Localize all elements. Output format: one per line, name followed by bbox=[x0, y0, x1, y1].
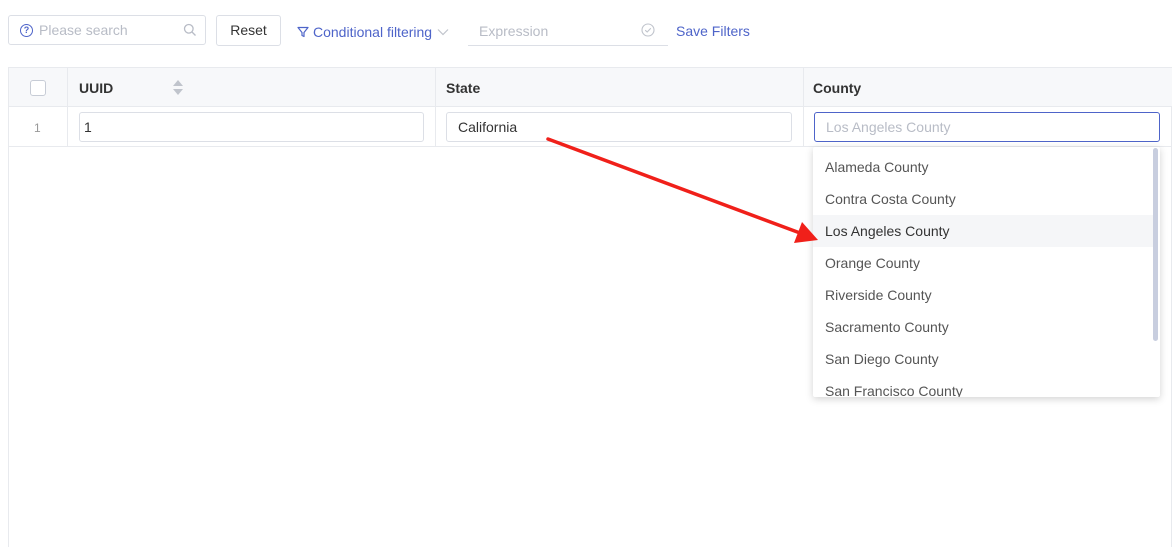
county-options-list: Alameda County Contra Costa County Los A… bbox=[813, 151, 1153, 397]
header-uuid[interactable]: UUID bbox=[68, 68, 436, 106]
check-circle-icon[interactable] bbox=[641, 23, 655, 40]
county-dropdown: Alameda County Contra Costa County Los A… bbox=[813, 147, 1160, 397]
grid-header: UUID State County bbox=[9, 67, 1172, 107]
row-number: 1 bbox=[34, 121, 41, 135]
reset-button[interactable]: Reset bbox=[216, 15, 281, 46]
county-option[interactable]: Orange County bbox=[813, 247, 1153, 279]
county-option[interactable]: Alameda County bbox=[813, 151, 1153, 183]
row-number-cell: 1 bbox=[9, 107, 68, 146]
county-option[interactable]: Sacramento County bbox=[813, 311, 1153, 343]
expression-input[interactable] bbox=[479, 21, 639, 41]
header-county-label: County bbox=[813, 80, 862, 96]
header-county[interactable]: County bbox=[804, 68, 1172, 106]
save-filters-link[interactable]: Save Filters bbox=[676, 23, 750, 39]
county-option[interactable]: Contra Costa County bbox=[813, 183, 1153, 215]
state-input[interactable] bbox=[446, 112, 792, 142]
select-all-checkbox[interactable] bbox=[30, 80, 46, 96]
county-option-highlighted[interactable]: Los Angeles County bbox=[813, 215, 1153, 247]
county-select-input[interactable] bbox=[814, 112, 1160, 142]
search-input[interactable] bbox=[39, 16, 179, 44]
select-all-cell bbox=[9, 68, 68, 106]
uuid-input[interactable] bbox=[79, 112, 424, 142]
county-option[interactable]: San Francisco County bbox=[813, 375, 1153, 397]
header-state-label: State bbox=[446, 80, 481, 96]
header-uuid-label: UUID bbox=[79, 80, 114, 96]
header-state[interactable]: State bbox=[436, 68, 804, 106]
toolbar: ? Reset Conditional filtering bbox=[0, 0, 1173, 64]
table-row: 1 bbox=[9, 107, 1172, 147]
county-option[interactable]: San Diego County bbox=[813, 343, 1153, 375]
chevron-down-icon bbox=[437, 28, 449, 36]
expression-field[interactable] bbox=[468, 15, 668, 46]
funnel-icon bbox=[297, 26, 309, 38]
conditional-filtering-dropdown[interactable]: Conditional filtering bbox=[297, 23, 449, 41]
search-box[interactable]: ? bbox=[8, 15, 206, 45]
county-option[interactable]: Riverside County bbox=[813, 279, 1153, 311]
dropdown-scrollbar[interactable] bbox=[1153, 148, 1158, 341]
help-icon[interactable]: ? bbox=[20, 24, 33, 37]
search-icon[interactable] bbox=[183, 23, 197, 40]
sort-icon[interactable] bbox=[172, 79, 184, 99]
conditional-filtering-label: Conditional filtering bbox=[313, 24, 433, 40]
